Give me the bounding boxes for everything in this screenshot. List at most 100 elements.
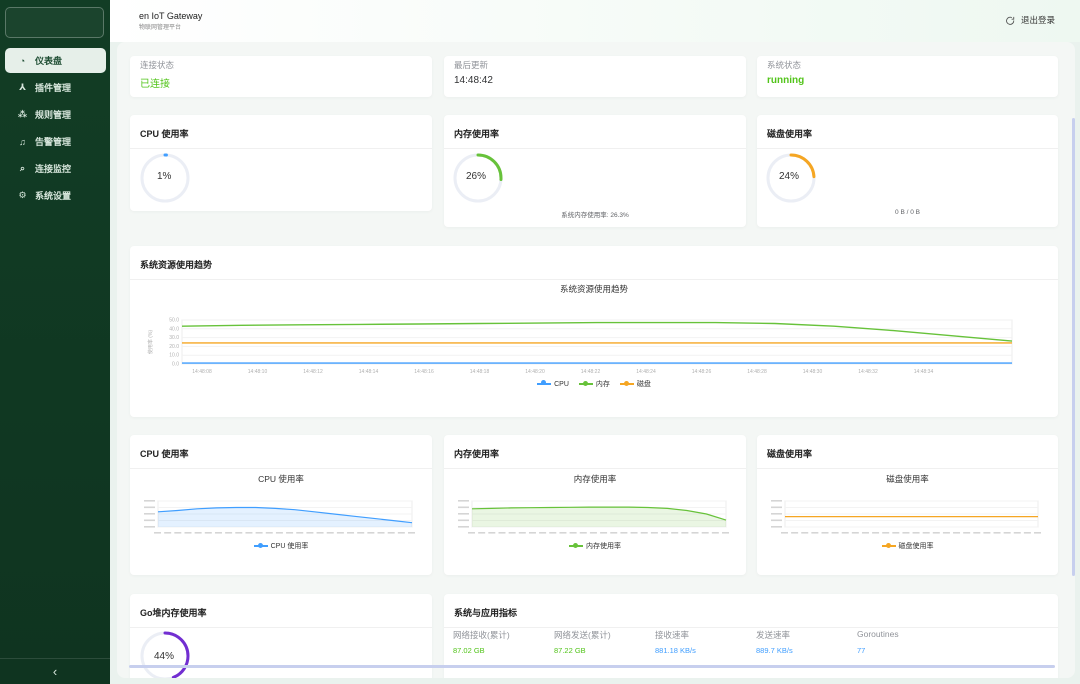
divider bbox=[444, 627, 1058, 628]
legend-memory[interactable]: 内存 bbox=[578, 379, 610, 389]
mini-xtick bbox=[650, 532, 658, 534]
sidebar-item-settings[interactable]: ⚙ 系统设置 bbox=[5, 183, 106, 208]
dashboard-icon: ◔ bbox=[19, 55, 26, 66]
mini-xtick bbox=[781, 532, 788, 534]
legend-disk[interactable]: 磁盘 bbox=[619, 379, 651, 389]
metrics-title: 系统与应用指标 bbox=[454, 608, 518, 618]
legend-cpu[interactable]: CPU bbox=[537, 380, 569, 388]
mini-xtick bbox=[671, 532, 679, 534]
trend-xtick: 14:48:32 bbox=[858, 369, 878, 375]
trend-ytick: 0.0 bbox=[172, 362, 179, 368]
trend-xtick: 14:48:20 bbox=[525, 369, 545, 375]
mini-xtick bbox=[953, 532, 961, 534]
mini-xtick bbox=[397, 532, 405, 534]
mini-xtick bbox=[377, 532, 385, 534]
metric-value-tx-total: 87.22 GB bbox=[554, 646, 586, 655]
trend-xtick: 14:48:18 bbox=[470, 369, 490, 375]
mini-xtick bbox=[882, 532, 890, 534]
sidebar-item-label: 插件管理 bbox=[35, 83, 72, 93]
mini-xtick bbox=[872, 532, 880, 534]
mini-xtick bbox=[620, 532, 628, 534]
mini-xtick bbox=[275, 532, 283, 534]
mini-xtick bbox=[589, 532, 597, 534]
mini-ytick bbox=[771, 526, 782, 528]
mini-xtick bbox=[861, 532, 869, 534]
memory-mini-legend[interactable]: 内存使用率 bbox=[444, 541, 746, 551]
cpu-mini-legend[interactable]: CPU 使用率 bbox=[130, 541, 432, 551]
horizontal-scrollbar[interactable] bbox=[129, 665, 1055, 668]
mini-ytick bbox=[771, 500, 782, 502]
trend-xtick: 14:48:12 bbox=[303, 369, 323, 375]
mini-xtick bbox=[801, 532, 809, 534]
divider bbox=[757, 468, 1058, 469]
sidebar-item-label: 告警管理 bbox=[35, 137, 72, 147]
mini-xtick bbox=[235, 532, 243, 534]
mini-xtick bbox=[983, 532, 991, 534]
mini-xtick bbox=[488, 532, 496, 534]
mini-xtick bbox=[892, 532, 900, 534]
mini-xtick bbox=[922, 532, 930, 534]
connection-status-card: 连接状态 已连接 bbox=[130, 56, 432, 97]
mini-xtick bbox=[681, 532, 689, 534]
sidebar-item-alarms[interactable]: ♫ 告警管理 bbox=[5, 129, 106, 154]
trend-xtick: 14:48:10 bbox=[248, 369, 268, 375]
memory-gauge-card: 内存使用率 26% 系统内存使用率: 26.3% bbox=[444, 115, 746, 227]
mini-ytick bbox=[458, 506, 469, 509]
sidebar-nav: ◔ 仪表盘 ⅄ 插件管理 ⁂ 规则管理 ♫ 告警管理 ⌕ 连接监控 ⚙ 系统设置 bbox=[5, 48, 106, 210]
trend-chart: 50.0 40.0 30.0 20.0 10.0 0.0 使用率 (%) 14:48:08 14… bbox=[147, 318, 1013, 375]
cpu-gauge-value: 1% bbox=[157, 171, 172, 182]
header: en IoT Gateway 物联网管理平台 退出登录 bbox=[110, 0, 1080, 42]
logout-icon bbox=[1006, 16, 1015, 25]
mini-xtick bbox=[336, 532, 344, 534]
mini-ytick bbox=[458, 519, 469, 522]
trend-ylabel: 使用率 (%) bbox=[147, 330, 154, 355]
mini-xtick bbox=[296, 532, 304, 534]
connection-status-value: 已连接 bbox=[140, 79, 170, 90]
trend-ytick: 50.0 bbox=[169, 318, 179, 324]
disk-mini-legend[interactable]: 磁盘使用率 bbox=[757, 541, 1058, 551]
mini-xtick bbox=[367, 532, 375, 534]
mini-xtick bbox=[559, 532, 567, 534]
mini-ytick bbox=[458, 526, 469, 528]
trend-xtick: 14:48:30 bbox=[803, 369, 823, 375]
metric-value-goroutines: 77 bbox=[857, 646, 866, 655]
mini-xtick bbox=[630, 532, 638, 534]
mini-ytick bbox=[144, 519, 155, 522]
mini-xtick bbox=[942, 532, 950, 534]
divider bbox=[130, 279, 1058, 280]
mini-xtick bbox=[811, 532, 819, 534]
search-icon: ⌕ bbox=[19, 163, 26, 173]
mini-xtick bbox=[841, 532, 849, 534]
vertical-scrollbar[interactable] bbox=[1072, 118, 1075, 576]
sidebar-item-label: 规则管理 bbox=[35, 110, 72, 120]
trend-card: 系统资源使用趋势 系统资源使用趋势 50.0 40.0 30.0 20.0 10.0 0.… bbox=[130, 246, 1058, 417]
mini-xtick bbox=[1013, 532, 1021, 534]
mini-xtick bbox=[579, 532, 587, 534]
sidebar-item-rules[interactable]: ⁂ 规则管理 bbox=[5, 102, 106, 127]
sidebar-item-dashboard[interactable]: ◔ 仪表盘 bbox=[5, 48, 106, 73]
mini-xtick bbox=[661, 532, 669, 534]
mini-xtick bbox=[973, 532, 981, 534]
sidebar-item-plugins[interactable]: ⅄ 插件管理 bbox=[5, 75, 106, 100]
last-update-card: 最后更新 14:48:42 bbox=[444, 56, 746, 97]
sidebar-item-connections[interactable]: ⌕ 连接监控 bbox=[5, 156, 106, 181]
mini-xtick bbox=[154, 532, 161, 534]
cpu-gauge-title: CPU 使用率 bbox=[140, 129, 189, 139]
disk-mini-chart bbox=[771, 500, 1041, 534]
divider bbox=[444, 468, 746, 469]
logout-button[interactable]: 退出登录 bbox=[1006, 14, 1055, 26]
disk-gauge-card: 磁盘使用率 24% 0 B / 0 B bbox=[757, 115, 1058, 227]
mini-xtick bbox=[214, 532, 222, 534]
trend-ytick: 40.0 bbox=[169, 326, 179, 332]
metric-value-rx-rate: 881.18 KB/s bbox=[655, 646, 696, 655]
plugin-icon: ⅄ bbox=[19, 82, 26, 92]
sidebar-item-label: 连接监控 bbox=[35, 164, 72, 174]
rules-icon: ⁂ bbox=[17, 109, 28, 119]
mini-xtick bbox=[912, 532, 920, 534]
mini-xtick bbox=[711, 532, 719, 534]
go-heap-value: 44% bbox=[154, 651, 175, 662]
metric-label-tx-rate: 发送速率 bbox=[756, 630, 791, 640]
mini-xtick bbox=[851, 532, 859, 534]
mini-xtick bbox=[468, 532, 475, 534]
sidebar-collapse-button[interactable]: ‹ bbox=[0, 658, 110, 684]
